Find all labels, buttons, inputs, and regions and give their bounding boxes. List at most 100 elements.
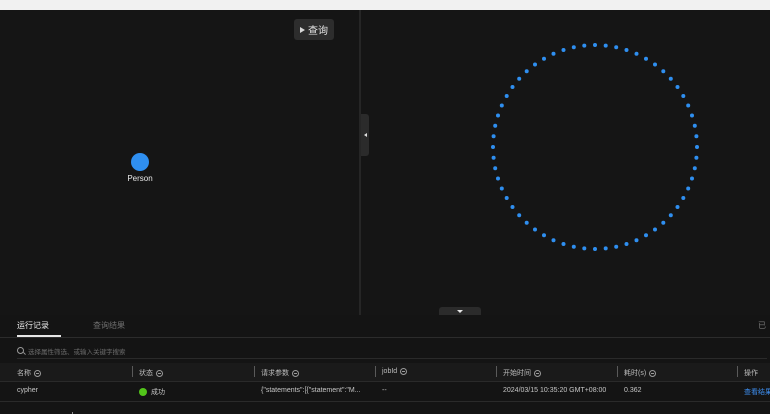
ring-node[interactable] (561, 48, 566, 52)
ring-node[interactable] (614, 244, 619, 249)
ring-node[interactable] (582, 246, 587, 251)
sort-icon[interactable] (34, 369, 41, 377)
ring-node[interactable] (661, 220, 666, 225)
ring-node[interactable] (624, 48, 629, 52)
ring-node[interactable] (675, 205, 680, 209)
ring-node[interactable] (551, 51, 556, 56)
col-params-header[interactable]: 请求参数 (261, 368, 299, 378)
run-query-label: 查询 (308, 26, 328, 37)
run-query-button[interactable]: 查询 (294, 19, 334, 40)
col-start-header[interactable]: 开始时间 (503, 368, 541, 378)
run-records-panel: 运行记录 查询结果 已 选择属性筛选、或输入关键字搜索 名称 状态 请求参数 j… (0, 315, 770, 414)
ring-node[interactable] (692, 166, 697, 171)
success-status-icon (139, 388, 147, 397)
ring-node[interactable] (542, 56, 546, 61)
ring-node[interactable] (695, 145, 699, 149)
row-duration: 0.362 (624, 387, 642, 394)
table-row[interactable]: cypher 成功 {"statements":[{"statement":"M… (0, 382, 770, 402)
ring-node[interactable] (593, 247, 597, 251)
col-duration-header[interactable]: 耗时(s) (624, 368, 657, 378)
ring-node[interactable] (694, 155, 699, 160)
column-separator (375, 366, 376, 377)
ring-node[interactable] (644, 56, 648, 61)
ring-node[interactable] (624, 242, 629, 246)
column-separator (132, 366, 133, 377)
ring-node[interactable] (686, 186, 691, 191)
ring-node[interactable] (491, 145, 495, 149)
ring-node[interactable] (614, 45, 619, 50)
ring-node[interactable] (561, 242, 566, 246)
row-name: cypher (17, 387, 39, 394)
ring-node[interactable] (504, 196, 509, 200)
row-start-time: 2024/03/15 10:35:20 GMT+08:00 (503, 387, 607, 394)
ring-node[interactable] (675, 85, 680, 89)
ring-node[interactable] (491, 155, 496, 160)
ring-node[interactable] (504, 94, 509, 98)
ring-node[interactable] (582, 43, 587, 48)
ring-node[interactable] (634, 51, 639, 56)
ring-node[interactable] (681, 94, 686, 98)
ring-node[interactable] (690, 176, 694, 181)
ring-node[interactable] (653, 62, 657, 67)
col-name-header[interactable]: 名称 (17, 368, 41, 378)
ring-node[interactable] (668, 213, 673, 218)
ring-node[interactable] (571, 45, 576, 50)
ring-node[interactable] (661, 69, 666, 74)
ring-node[interactable] (551, 238, 556, 243)
row-jobid: -- (382, 387, 387, 394)
ring-node[interactable] (694, 134, 699, 139)
view-result-link[interactable]: 查看结果 (744, 387, 770, 397)
row-status: 成功 (139, 387, 165, 397)
column-separator (254, 366, 255, 377)
graph-node-person[interactable] (131, 153, 149, 171)
panel-right-text: 已 (758, 321, 766, 330)
col-jobid-header[interactable]: jobId (382, 368, 408, 375)
ring-node[interactable] (692, 123, 697, 128)
ring-node[interactable] (690, 113, 694, 118)
ring-node[interactable] (653, 227, 657, 232)
ring-node[interactable] (493, 123, 498, 128)
ring-node[interactable] (524, 69, 529, 74)
record-filter[interactable]: 选择属性筛选、或输入关键字搜索 (17, 343, 767, 359)
ring-node[interactable] (686, 103, 691, 108)
ring-node[interactable] (493, 166, 498, 171)
filter-placeholder: 选择属性筛选、或输入关键字搜索 (28, 348, 126, 356)
sort-icon[interactable] (156, 369, 163, 377)
ring-node[interactable] (510, 205, 515, 209)
sort-icon[interactable] (292, 369, 299, 377)
sort-icon[interactable] (400, 368, 408, 375)
ring-node[interactable] (603, 43, 608, 48)
graph-canvas-pane (361, 10, 770, 315)
column-separator (737, 366, 738, 377)
sort-icon[interactable] (534, 369, 541, 377)
ring-node[interactable] (644, 233, 648, 238)
col-status-header[interactable]: 状态 (139, 368, 163, 378)
ring-node[interactable] (491, 134, 496, 139)
collapse-pane-handle[interactable] (361, 114, 369, 156)
tab-run-records[interactable]: 运行记录 (17, 320, 49, 331)
collapse-left-icon (363, 133, 367, 137)
sort-icon[interactable] (649, 369, 657, 377)
ring-node[interactable] (517, 213, 522, 218)
ring-node[interactable] (499, 186, 504, 191)
ring-node[interactable] (542, 233, 546, 238)
ring-node[interactable] (496, 176, 500, 181)
ring-node[interactable] (668, 76, 673, 81)
ring-node[interactable] (499, 103, 504, 108)
ring-node[interactable] (593, 43, 597, 47)
search-icon (17, 347, 24, 354)
tab-query-results[interactable]: 查询结果 (93, 320, 125, 331)
chevron-down-icon (457, 310, 463, 313)
ring-node[interactable] (517, 76, 522, 81)
ring-node[interactable] (634, 238, 639, 243)
ring-node[interactable] (603, 246, 608, 251)
ring-node[interactable] (571, 244, 576, 249)
ring-node[interactable] (510, 85, 515, 89)
ring-node[interactable] (524, 220, 529, 225)
ring-node[interactable] (533, 227, 537, 232)
ring-node[interactable] (681, 196, 686, 200)
ring-node[interactable] (533, 62, 537, 67)
ring-node[interactable] (496, 113, 500, 118)
table-header: 名称 状态 请求参数 jobId 开始时间 耗时(s) 操作 (0, 363, 770, 382)
graph-node-ring (491, 43, 699, 251)
